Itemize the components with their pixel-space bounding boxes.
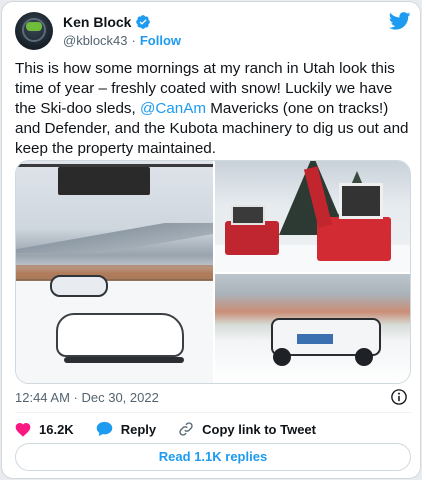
read-replies-button[interactable]: Read 1.1K replies xyxy=(15,443,411,471)
author-handle-row: @kblock43 · Follow xyxy=(63,33,181,48)
separator-dot: · xyxy=(131,33,136,48)
photo-ranch-sign-sleds[interactable] xyxy=(16,161,213,383)
twitter-bird-icon[interactable] xyxy=(388,12,411,35)
copy-link-button[interactable]: Copy link to Tweet xyxy=(178,421,316,437)
avatar[interactable] xyxy=(15,12,53,50)
tweet-timestamp[interactable]: 12:44 AM · Dec 30, 2022 xyxy=(15,390,159,405)
photo-canam-maverick[interactable] xyxy=(215,274,410,383)
tweet-actions: 16.2K Reply Copy link to Tweet xyxy=(15,421,338,437)
heart-icon xyxy=(15,422,31,437)
photo-kubota-excavators[interactable] xyxy=(215,161,410,272)
mention-link[interactable]: @CanAm xyxy=(140,100,206,117)
reply-label: Reply xyxy=(120,421,157,437)
info-icon[interactable] xyxy=(390,388,408,411)
follow-button[interactable]: Follow xyxy=(140,33,181,48)
like-count: 16.2K xyxy=(39,421,74,437)
tweet-header: Ken Block @kblock43 · Follow xyxy=(15,12,411,52)
author-handle[interactable]: @kblock43 xyxy=(63,33,128,48)
copy-link-label: Copy link to Tweet xyxy=(202,421,316,437)
tweet-card: Ken Block @kblock43 · Follow This is how… xyxy=(1,1,421,479)
tweet-text: This is how some mornings at my ranch in… xyxy=(15,59,415,159)
reply-button[interactable]: Reply xyxy=(96,421,156,437)
media-grid xyxy=(15,160,411,384)
author-name-row: Ken Block xyxy=(63,14,151,30)
link-icon xyxy=(178,421,194,437)
like-button[interactable]: 16.2K xyxy=(15,422,74,437)
reply-bubble-icon xyxy=(96,421,113,437)
author-name[interactable]: Ken Block xyxy=(63,14,131,30)
divider xyxy=(15,412,411,413)
verified-badge-icon xyxy=(135,14,151,30)
